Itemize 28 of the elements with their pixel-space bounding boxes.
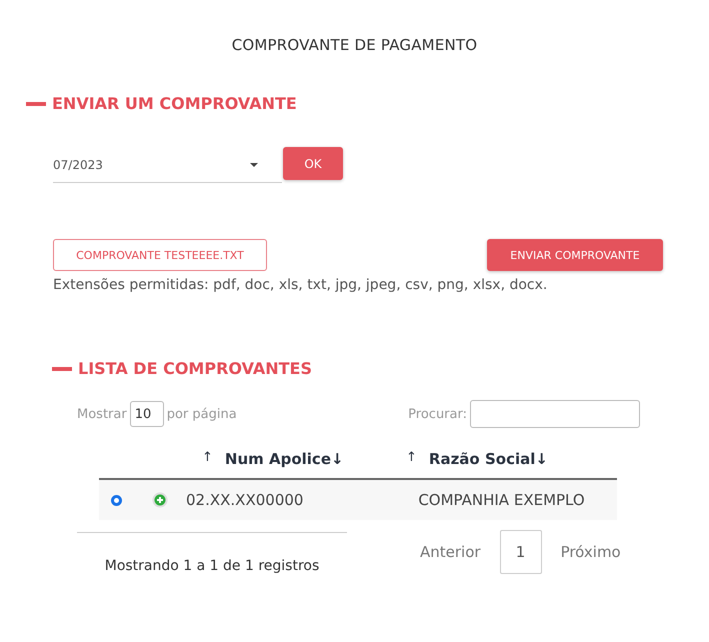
column-header[interactable]: Num Apolice↓ <box>224 450 344 468</box>
period-select[interactable]: 07/2023 <box>53 147 282 183</box>
search-field[interactable] <box>470 400 640 428</box>
section-heading: LISTA DE COMPROVANTES <box>78 359 312 378</box>
table-cell-text: COMPANHIA EXEMPLO <box>417 491 586 509</box>
page-size-field[interactable]: 10 <box>130 401 164 427</box>
sort-up-icon[interactable]: ↑ <box>406 450 417 468</box>
page-title: COMPROVANTE DE PAGAMENTO <box>230 36 478 56</box>
heading-dash <box>52 366 72 370</box>
records-summary: Mostrando 1 a 1 de 1 registros <box>104 558 320 574</box>
send-button[interactable]: ENVIAR COMPROVANTE <box>487 239 663 271</box>
heading-dash <box>26 102 46 106</box>
caret-icon <box>250 162 258 166</box>
search-label: Procurar: <box>408 406 467 422</box>
section-heading: ENVIAR UM COMPROVANTE <box>52 94 297 113</box>
row-radio[interactable] <box>111 494 122 506</box>
ok-button[interactable]: OK <box>283 147 343 180</box>
page-size-label: por página <box>166 406 237 422</box>
table-cell-text: 02.XX.XX00000 <box>186 491 304 509</box>
page-button[interactable]: 1 <box>500 530 542 574</box>
sort-up-icon[interactable]: ↑ <box>202 450 213 468</box>
next-link[interactable]: Próximo <box>560 543 621 561</box>
extensions-note: Extensões permitidas: pdf, doc, xls, txt, jpg, jpeg, csv, png, xlsx, docx. <box>53 277 548 293</box>
previous-link[interactable]: Anterior <box>420 543 481 561</box>
file-button[interactable]: COMPROVANTE TESTEEEE.TXT <box>53 239 267 271</box>
expand-plus-icon[interactable] <box>152 492 168 508</box>
page-size-label: Mostrar <box>77 406 127 422</box>
column-header[interactable]: Razão Social↓ <box>428 450 548 468</box>
